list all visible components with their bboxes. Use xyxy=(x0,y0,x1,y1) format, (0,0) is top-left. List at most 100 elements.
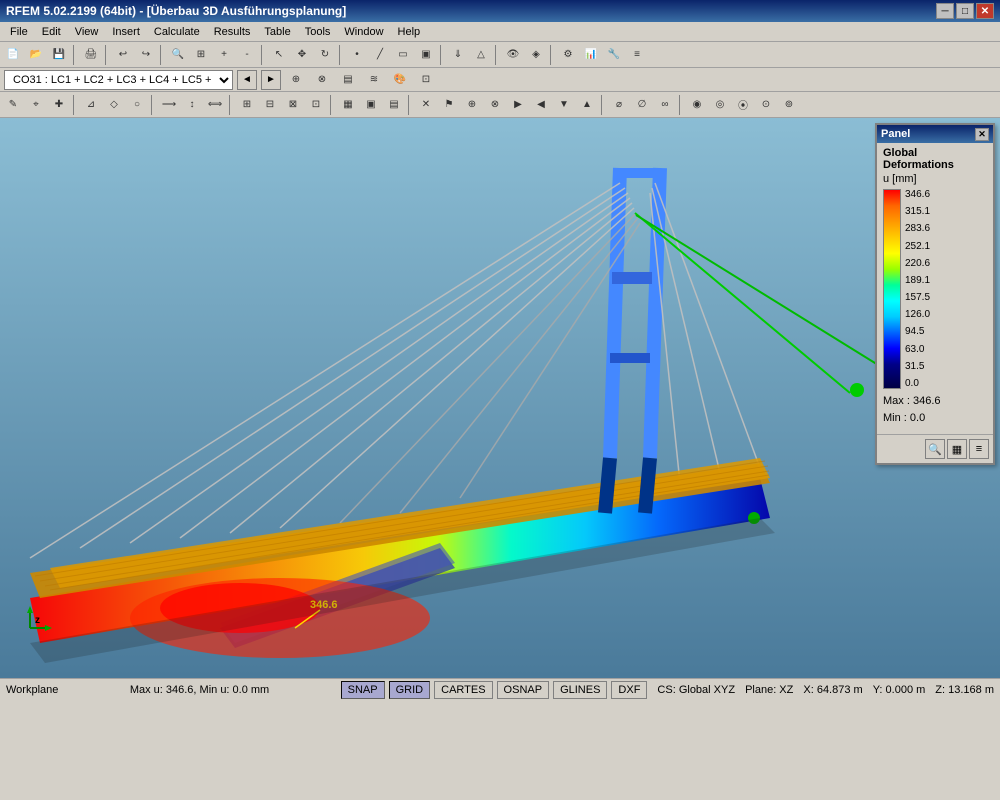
t2-sep3 xyxy=(229,95,233,115)
t2-btn25[interactable]: ⌀ xyxy=(608,94,630,116)
open-btn[interactable]: 📂 xyxy=(25,44,47,66)
t2-btn6[interactable]: ○ xyxy=(126,94,148,116)
rotate-btn[interactable]: ↻ xyxy=(314,44,336,66)
t2-btn15[interactable]: ▣ xyxy=(360,94,382,116)
t2-btn2[interactable]: ⌖ xyxy=(25,94,47,116)
menu-file[interactable]: File xyxy=(4,24,34,40)
menu-view[interactable]: View xyxy=(69,24,105,40)
t2-btn23[interactable]: ▼ xyxy=(553,94,575,116)
t2-sep6 xyxy=(601,95,605,115)
t2-btn4[interactable]: ⊿ xyxy=(80,94,102,116)
t2-btn19[interactable]: ⊕ xyxy=(461,94,483,116)
menu-tools[interactable]: Tools xyxy=(299,24,337,40)
select-btn[interactable]: ↖ xyxy=(268,44,290,66)
t2-btn10[interactable]: ⊞ xyxy=(236,94,258,116)
zoom-btn[interactable]: 🔍 xyxy=(167,44,189,66)
t2-btn28[interactable]: ◉ xyxy=(686,94,708,116)
menu-results[interactable]: Results xyxy=(208,24,257,40)
panel-icon-zoom[interactable]: 🔍 xyxy=(925,439,945,459)
t2-btn29[interactable]: ◎ xyxy=(709,94,731,116)
t2-btn24[interactable]: ▲ xyxy=(576,94,598,116)
t2-btn26[interactable]: ∅ xyxy=(631,94,653,116)
redo-btn[interactable]: ↪ xyxy=(135,44,157,66)
undo-btn[interactable]: ↩ xyxy=(112,44,134,66)
panel-icon-grid[interactable]: ▦ xyxy=(947,439,967,459)
display-btn[interactable]: 👁 xyxy=(502,44,524,66)
t2-btn12[interactable]: ⊠ xyxy=(282,94,304,116)
zoom-in-btn[interactable]: + xyxy=(213,44,235,66)
coord-system-label: CS: Global XYZ xyxy=(657,684,735,696)
menu-edit[interactable]: Edit xyxy=(36,24,67,40)
t2-btn18[interactable]: ⚑ xyxy=(438,94,460,116)
load-case-dropdown[interactable]: CO31 : LC1 + LC2 + LC3 + LC4 + LC5 + xyxy=(4,70,233,90)
menu-window[interactable]: Window xyxy=(338,24,389,40)
t2-btn20[interactable]: ⊗ xyxy=(484,94,506,116)
t2-btn9[interactable]: ⟺ xyxy=(204,94,226,116)
main-viewport[interactable]: Global Deformations u [mm] CO31 : LC1 + … xyxy=(0,118,1000,678)
grid-button[interactable]: GRID xyxy=(389,681,431,699)
panel-icon-legend[interactable]: ≡ xyxy=(969,439,989,459)
move-btn[interactable]: ✥ xyxy=(291,44,313,66)
t2-btn13[interactable]: ⊡ xyxy=(305,94,327,116)
line-btn[interactable]: ╱ xyxy=(369,44,391,66)
t2-btn11[interactable]: ⊟ xyxy=(259,94,281,116)
menu-calculate[interactable]: Calculate xyxy=(148,24,206,40)
panel-close-button[interactable]: ✕ xyxy=(975,128,989,141)
render-btn[interactable]: ◈ xyxy=(525,44,547,66)
color-label-5: 220.6 xyxy=(905,258,930,269)
glines-button[interactable]: GLINES xyxy=(553,681,607,699)
result-btn[interactable]: 📊 xyxy=(580,44,602,66)
dxf-button[interactable]: DXF xyxy=(611,681,647,699)
menu-insert[interactable]: Insert xyxy=(106,24,146,40)
lc-icon3[interactable]: ▤ xyxy=(337,69,359,91)
save-btn[interactable]: 💾 xyxy=(48,44,70,66)
cartes-button[interactable]: CARTES xyxy=(434,681,492,699)
t2-btn17[interactable]: ✕ xyxy=(415,94,437,116)
lc-prev-btn[interactable]: ◄ xyxy=(237,70,257,90)
t2-btn5[interactable]: ◇ xyxy=(103,94,125,116)
t2-btn31[interactable]: ⊙ xyxy=(755,94,777,116)
solid-btn[interactable]: ▣ xyxy=(415,44,437,66)
node-btn[interactable]: • xyxy=(346,44,368,66)
t2-btn7[interactable]: ⟶ xyxy=(158,94,180,116)
lc-icon5[interactable]: 🎨 xyxy=(389,69,411,91)
t2-btn22[interactable]: ◀ xyxy=(530,94,552,116)
t2-btn1[interactable]: ✎ xyxy=(2,94,24,116)
max-min-status: Max u: 346.6, Min u: 0.0 mm xyxy=(130,684,269,696)
menu-help[interactable]: Help xyxy=(392,24,427,40)
t2-btn32[interactable]: ⊚ xyxy=(778,94,800,116)
zoom-all-btn[interactable]: ⊞ xyxy=(190,44,212,66)
calc-btn[interactable]: ⚙ xyxy=(557,44,579,66)
snap-button[interactable]: SNAP xyxy=(341,681,385,699)
t2-btn30[interactable]: ⦿ xyxy=(732,94,754,116)
support-btn[interactable]: △ xyxy=(470,44,492,66)
design-btn[interactable]: 🔧 xyxy=(603,44,625,66)
load-btn[interactable]: ⇓ xyxy=(447,44,469,66)
sep8 xyxy=(550,45,554,65)
t2-btn27[interactable]: ∞ xyxy=(654,94,676,116)
zoom-out-btn[interactable]: - xyxy=(236,44,258,66)
lc-icon4[interactable]: ≋ xyxy=(363,69,385,91)
color-label-12: 0.0 xyxy=(905,378,930,389)
lc-next-btn[interactable]: ► xyxy=(261,70,281,90)
minimize-button[interactable]: ─ xyxy=(936,3,954,19)
osnap-button[interactable]: OSNAP xyxy=(497,681,550,699)
t2-btn14[interactable]: ▦ xyxy=(337,94,359,116)
maximize-button[interactable]: □ xyxy=(956,3,974,19)
lc-icon1[interactable]: ⊕ xyxy=(285,69,307,91)
plane-label: Plane: XZ xyxy=(745,684,793,696)
lc-icon2[interactable]: ⊗ xyxy=(311,69,333,91)
t2-btn16[interactable]: ▤ xyxy=(383,94,405,116)
bridge-3d-view[interactable]: 346.6 z xyxy=(0,118,1000,678)
print-btn[interactable]: 🖨 xyxy=(80,44,102,66)
menu-table[interactable]: Table xyxy=(258,24,296,40)
lc-icon6[interactable]: ⊡ xyxy=(415,69,437,91)
t2-btn21[interactable]: ▶ xyxy=(507,94,529,116)
close-button[interactable]: ✕ xyxy=(976,3,994,19)
surface-btn[interactable]: ▭ xyxy=(392,44,414,66)
t2-btn8[interactable]: ↕ xyxy=(181,94,203,116)
t2-btn3[interactable]: ✚ xyxy=(48,94,70,116)
color-bar-container: 346.6 315.1 283.6 252.1 220.6 189.1 157.… xyxy=(883,189,987,389)
rebar-btn[interactable]: ≡ xyxy=(626,44,648,66)
new-btn[interactable]: 📄 xyxy=(2,44,24,66)
